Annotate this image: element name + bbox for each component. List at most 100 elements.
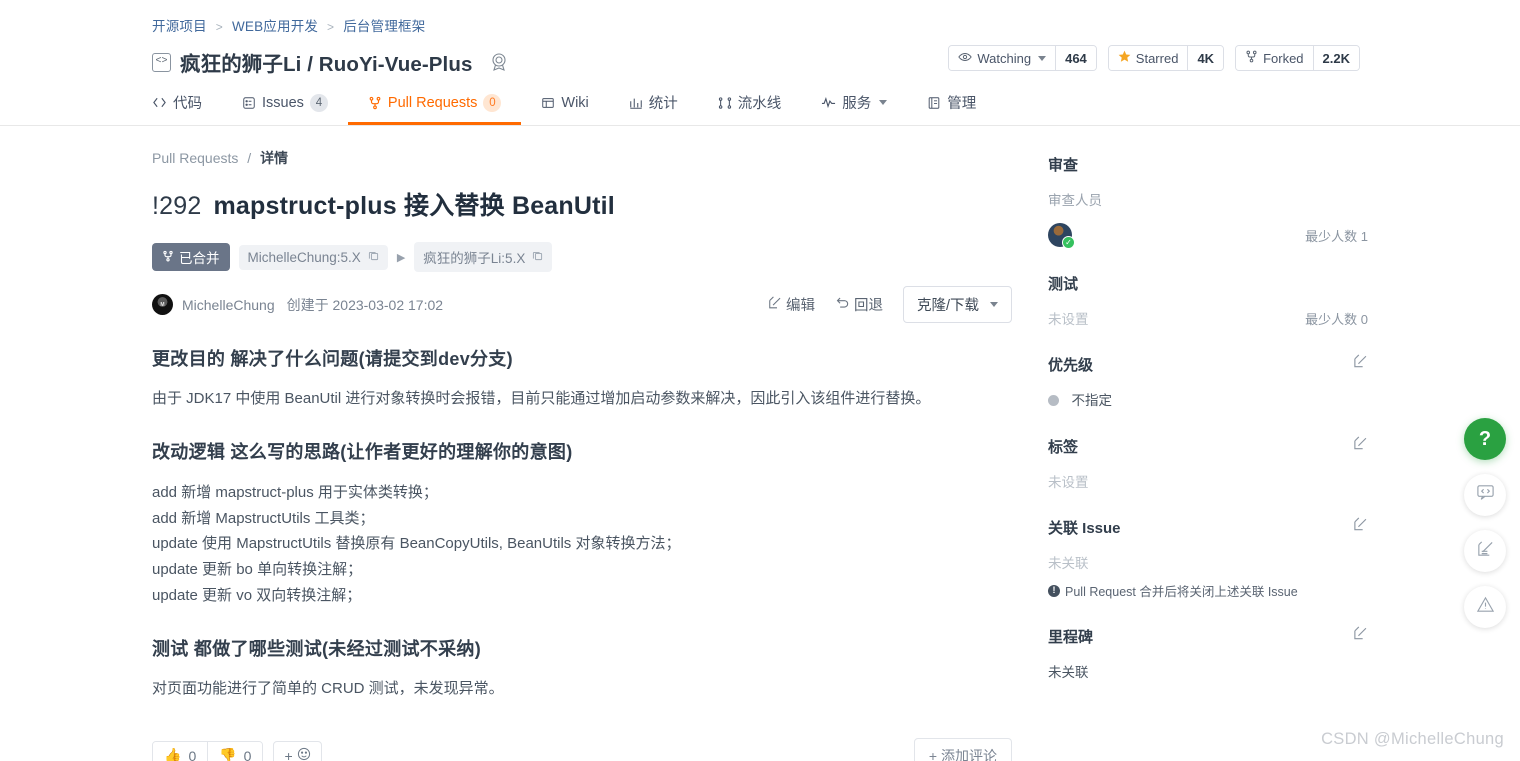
- sidebar: 审查 审查人员 ✓ 最少人数 1 测试 未设置 最少人数 0 优先级 不指定 标…: [1048, 126, 1368, 761]
- help-fab[interactable]: ?: [1464, 418, 1506, 460]
- edit-icon[interactable]: [1353, 436, 1368, 456]
- author-name[interactable]: MichelleChung: [182, 297, 275, 313]
- branch-arrow-icon: ▶: [396, 251, 406, 264]
- sidebar-section-priority: 优先级 不指定: [1048, 354, 1368, 410]
- author-row: M MichelleChung 创建于 2023-03-02 17:02 编辑: [152, 286, 1012, 323]
- tab-pull-requests-badge: 0: [483, 93, 502, 112]
- target-branch-chip[interactable]: 疯狂的狮子Li:5.X: [414, 242, 553, 272]
- clone-download-button[interactable]: 克隆/下载: [902, 286, 1012, 323]
- thumbs-down-count: 0: [243, 747, 252, 761]
- edit-label: 编辑: [785, 298, 815, 314]
- section-line: update 更新 vo 双向转换注解；: [152, 586, 362, 604]
- edit-button[interactable]: 编辑: [768, 294, 815, 315]
- tab-service[interactable]: 服务: [801, 83, 907, 125]
- code-tag-icon: [152, 95, 167, 110]
- tab-code[interactable]: 代码: [152, 83, 222, 125]
- tab-stats-label: 统计: [648, 96, 678, 112]
- tab-pull-requests-label: Pull Requests: [387, 94, 478, 111]
- floating-action-rail: ?: [1464, 418, 1506, 628]
- page-title[interactable]: 疯狂的狮子Li / RuoYi-Vue-Plus: [180, 47, 472, 77]
- linked-issue-heading: 关联 Issue: [1048, 520, 1121, 537]
- watching-label: Watching: [977, 50, 1032, 66]
- content-area: Pull Requests / 详情 !292 mapstruct-plus 接入…: [0, 126, 1520, 761]
- linked-issue-value: 未关联: [1048, 556, 1089, 571]
- code-icon: <>: [152, 52, 171, 72]
- add-comment-button[interactable]: + 添加评论: [913, 737, 1012, 761]
- linked-issue-note-text: Pull Request 合并后将关闭上述关联 Issue: [1065, 585, 1298, 599]
- tab-pull-requests[interactable]: Pull Requests 0: [347, 83, 522, 125]
- copy-icon[interactable]: [368, 250, 379, 264]
- watching-main[interactable]: Watching: [949, 46, 1056, 70]
- tab-issues[interactable]: Issues 4: [222, 83, 348, 125]
- fork-icon: [1245, 50, 1258, 66]
- reaction-row: 👍 0 👎 0 + + 添加评论: [152, 737, 1012, 761]
- starred-main[interactable]: Starred: [1108, 46, 1188, 70]
- watching-button[interactable]: Watching 464: [948, 45, 1097, 71]
- star-icon: [1118, 50, 1131, 66]
- copy-icon[interactable]: [532, 250, 543, 264]
- reviewer-avatar[interactable]: ✓: [1048, 223, 1075, 249]
- status-badge-label: 已合并: [179, 251, 220, 266]
- revert-button[interactable]: 回退: [835, 294, 883, 315]
- reviewer-label: 审查人员: [1048, 193, 1102, 208]
- write-fab[interactable]: [1464, 530, 1506, 572]
- priority-heading: 优先级: [1048, 357, 1094, 374]
- sidebar-section-milestone: 里程碑 未关联: [1048, 626, 1368, 681]
- priority-dot-icon: [1048, 395, 1059, 407]
- edit-icon: [768, 296, 782, 314]
- tab-service-label: 服务: [842, 96, 872, 112]
- forked-label: Forked: [1263, 50, 1304, 66]
- main-column: Pull Requests / 详情 !292 mapstruct-plus 接入…: [152, 126, 1012, 761]
- section-line: update 更新 bo 单向转换注解；: [152, 561, 363, 579]
- add-reaction-button[interactable]: +: [273, 741, 322, 761]
- target-branch-label: 疯狂的狮子Li:5.X: [423, 251, 526, 266]
- watermark: CSDN @MichelleChung: [1321, 730, 1504, 748]
- forked-main[interactable]: Forked: [1236, 46, 1313, 70]
- repo-nav-tabs: 代码 Issues 4 Pull Requests 0 Wiki 统计 流水线 …: [152, 83, 996, 125]
- source-branch-chip[interactable]: MichelleChung:5.X: [238, 244, 388, 270]
- warning-icon: [1476, 595, 1495, 619]
- starred-button[interactable]: Starred 4K: [1107, 45, 1225, 71]
- info-icon: !: [1048, 584, 1060, 597]
- pr-title-text: mapstruct-plus 接入替换 BeanUtil: [213, 192, 615, 220]
- stats-icon: [629, 96, 643, 110]
- thumbs-up-button[interactable]: 👍 0: [153, 742, 208, 761]
- priority-value: 不指定: [1071, 393, 1112, 408]
- breadcrumb-item-2[interactable]: 后台管理框架: [343, 19, 425, 34]
- tab-manage-label: 管理: [947, 96, 977, 112]
- forked-button[interactable]: Forked 2.2K: [1235, 45, 1360, 71]
- breadcrumb-item-0[interactable]: 开源项目: [152, 19, 207, 34]
- edit-icon[interactable]: [1353, 354, 1368, 374]
- reviewer-row: ✓ 最少人数 1: [1048, 223, 1368, 249]
- breadcrumb: 开源项目 > WEB应用开发 > 后台管理框架: [152, 0, 1520, 35]
- tab-pipeline[interactable]: 流水线: [698, 83, 802, 125]
- pull-request-icon: [368, 96, 382, 110]
- milestone-value: 未关联: [1048, 665, 1089, 680]
- thumbs-down-button[interactable]: 👎 0: [207, 742, 263, 761]
- section-line: update 使用 MapstructUtils 替换原有 BeanCopyUt…: [152, 535, 681, 553]
- tab-wiki[interactable]: Wiki: [521, 83, 608, 125]
- report-fab[interactable]: [1464, 586, 1506, 628]
- breadcrumb-item-1[interactable]: WEB应用开发: [232, 19, 318, 34]
- repo-actions: Watching 464 Starred 4K Forked 2.2K: [948, 45, 1360, 71]
- pr-breadcrumb: Pull Requests / 详情: [152, 148, 1012, 168]
- pipeline-icon: [718, 96, 732, 110]
- tab-manage[interactable]: 管理: [907, 83, 996, 125]
- pr-breadcrumb-parent[interactable]: Pull Requests: [152, 150, 238, 166]
- tab-wiki-label: Wiki: [561, 94, 589, 111]
- edit-icon[interactable]: [1353, 626, 1368, 646]
- chevron-down-icon: [1038, 55, 1047, 61]
- labels-value: 未设置: [1048, 475, 1089, 490]
- priority-value-row: 不指定: [1048, 389, 1368, 410]
- section-heading: 改动逻辑 这么写的思路(让作者更好的理解你的意图): [152, 441, 573, 462]
- labels-heading: 标签: [1048, 439, 1079, 456]
- sidebar-section-review: 审查 审查人员 ✓ 最少人数 1: [1048, 154, 1368, 249]
- status-badge: 已合并: [152, 243, 230, 271]
- feedback-fab[interactable]: [1464, 474, 1506, 516]
- code-comment-icon: [1476, 483, 1495, 507]
- avatar[interactable]: M: [152, 294, 173, 315]
- award-badge-icon: [488, 52, 509, 73]
- tab-stats[interactable]: 统计: [609, 83, 698, 125]
- pr-actions: 编辑 回退 克隆/下载: [768, 286, 1012, 323]
- edit-icon[interactable]: [1353, 517, 1368, 537]
